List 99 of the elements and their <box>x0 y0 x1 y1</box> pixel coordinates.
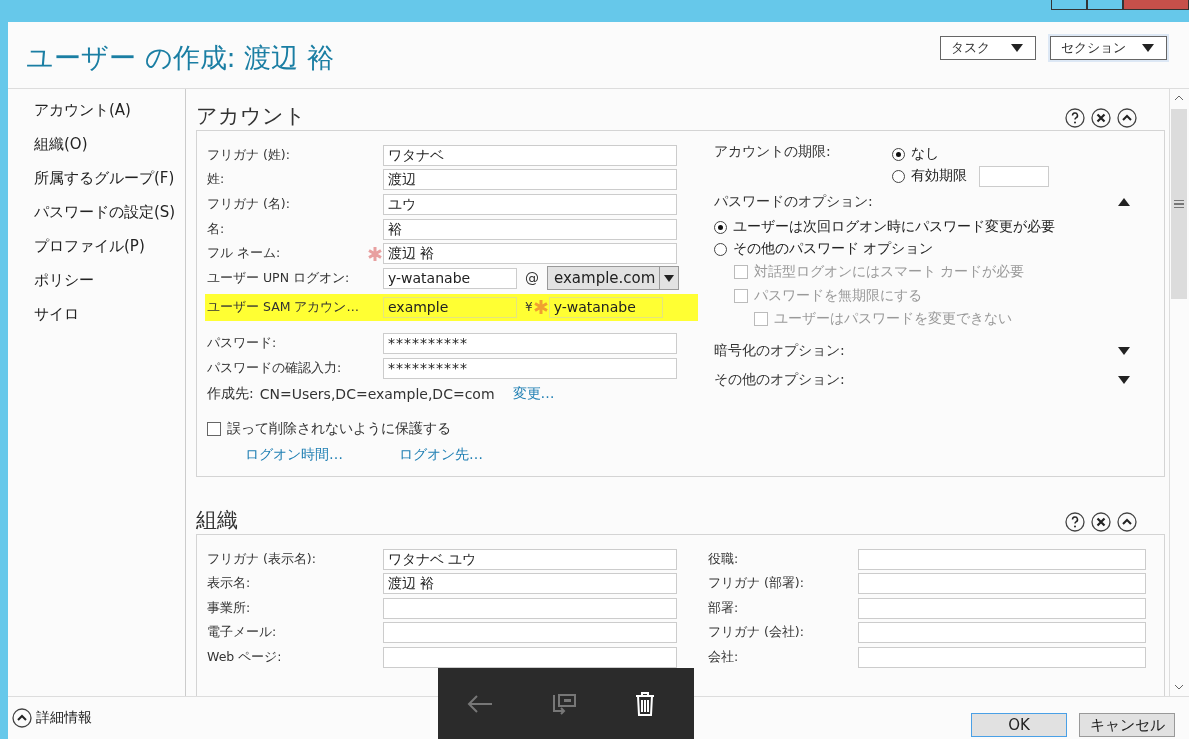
expand-toggle-icon[interactable] <box>1118 346 1130 355</box>
field-label: 会社: <box>708 648 740 666</box>
input-field[interactable] <box>858 573 1146 595</box>
nav-item[interactable]: アカウント(A) <box>34 99 185 122</box>
close-icon[interactable] <box>1091 108 1111 128</box>
input-field[interactable]: 裕 <box>383 218 677 240</box>
radio-label: 有効期限 <box>911 167 967 185</box>
input-field[interactable]: 渡辺 <box>383 169 677 191</box>
nav-item[interactable]: プロファイル(P) <box>34 235 185 258</box>
field-label: 表示名: <box>207 575 252 593</box>
field-label: フル ネーム: <box>207 245 282 263</box>
radio-label: なし <box>911 145 939 163</box>
input-field[interactable] <box>383 646 677 668</box>
field-label: フリガナ (姓): <box>207 146 291 164</box>
scroll-down-icon[interactable] <box>1173 684 1184 690</box>
input-field[interactable] <box>383 597 677 619</box>
details-label: 詳細情報 <box>36 709 92 727</box>
input-field[interactable] <box>858 597 1146 619</box>
nav-item[interactable]: ポリシー <box>34 269 185 292</box>
field-label: フリガナ (名): <box>207 196 291 213</box>
field-label: ユーザー SAM アカウン… <box>207 298 360 316</box>
trash-icon[interactable] <box>634 690 656 717</box>
option-group-label: その他のオプション: <box>714 370 845 389</box>
radio-button[interactable] <box>892 169 905 183</box>
field-label: パスワード: <box>207 335 278 353</box>
field-label: 姓: <box>207 171 226 189</box>
yen-sign: ¥ <box>525 300 533 315</box>
presentation-icon[interactable] <box>550 691 578 716</box>
field-label: ユーザー UPN ログオン: <box>207 269 351 287</box>
dialog-button[interactable]: OK <box>971 713 1067 737</box>
collapse-icon[interactable] <box>1117 511 1137 532</box>
field-label: フリガナ (部署): <box>708 575 805 593</box>
nav-item[interactable]: パスワードの設定(S) <box>34 201 185 224</box>
checkbox-label: 対話型ログオンにはスマート カードが必要 <box>754 263 1025 281</box>
field-label: フリガナ (会社): <box>708 624 805 642</box>
input-field[interactable]: y-watanabe <box>548 296 663 318</box>
domain-dropdown[interactable]: example.com <box>547 266 680 291</box>
input-field[interactable] <box>858 622 1146 644</box>
at-sign: @ <box>525 270 539 287</box>
checkbox-label: パスワードを無期限にする <box>754 287 922 305</box>
scroll-up-icon[interactable] <box>1173 95 1184 101</box>
input-field[interactable]: ワタナベ <box>383 144 677 166</box>
section-title: 組織 <box>196 506 238 534</box>
field-label: パスワードの確認入力: <box>207 359 343 377</box>
radio-label: ユーザーは次回ログオン時にパスワード変更が必要 <box>733 218 1055 236</box>
link[interactable]: ログオン時間… <box>245 445 343 464</box>
expand-toggle-icon[interactable] <box>1118 197 1130 206</box>
expand-icon[interactable] <box>12 708 32 728</box>
input-field[interactable]: y-watanabe <box>383 267 517 289</box>
caret-icon <box>664 274 675 282</box>
help-icon[interactable] <box>1065 511 1085 532</box>
input-field[interactable]: ユウ <box>383 194 677 215</box>
input-field[interactable] <box>858 646 1146 668</box>
radio-button[interactable] <box>892 147 905 161</box>
caret-icon <box>1142 44 1154 52</box>
radio-button[interactable] <box>714 242 727 256</box>
field-label: アカウントの期限: <box>714 143 832 161</box>
input-field[interactable]: 渡辺 裕 <box>383 243 677 265</box>
input-field[interactable] <box>858 548 1146 570</box>
section-title: アカウント <box>196 103 306 130</box>
back-arrow-icon[interactable] <box>466 693 494 714</box>
radio-button[interactable] <box>714 220 727 234</box>
checkbox-label: 誤って削除されないように保護する <box>227 420 451 439</box>
field-label: 名: <box>207 220 226 238</box>
option-group-label: 暗号化のオプション: <box>714 341 845 360</box>
field-label: 事業所: <box>207 599 252 617</box>
nav-item[interactable]: 組織(O) <box>34 133 185 156</box>
field-label: 電子メール: <box>207 624 278 642</box>
dialog-title: ユーザー の作成: 渡辺 裕 <box>26 41 334 75</box>
option-group-label: パスワードのオプション: <box>714 192 873 211</box>
field-label: 作成先: <box>207 384 254 403</box>
field-label: フリガナ (表示名): <box>207 550 317 568</box>
link[interactable]: ログオン先… <box>399 445 483 464</box>
dialog-button[interactable]: キャンセル <box>1079 713 1175 737</box>
caret-icon <box>1011 44 1023 52</box>
scrollbar[interactable] <box>1169 89 1187 696</box>
dropdown-button[interactable]: セクション <box>1050 36 1167 60</box>
close-icon[interactable] <box>1091 511 1111 532</box>
nav-item[interactable]: サイロ <box>34 303 185 326</box>
checkbox-label: ユーザーはパスワードを変更できない <box>774 310 1012 328</box>
input-field[interactable] <box>383 622 677 644</box>
input-field[interactable]: ワタナベ ユウ <box>383 548 677 570</box>
collapse-icon[interactable] <box>1117 108 1137 128</box>
change-link[interactable]: 変更… <box>512 384 555 403</box>
help-icon[interactable] <box>1065 108 1085 128</box>
nav-item[interactable]: 所属するグループ(F) <box>34 167 185 190</box>
password-field[interactable]: ********** <box>383 333 677 355</box>
radio-label: その他のパスワード オプション <box>733 240 934 258</box>
input-field[interactable]: example <box>383 296 517 318</box>
date-field[interactable] <box>979 165 1049 187</box>
expand-toggle-icon[interactable] <box>1118 375 1130 384</box>
field-label: 役職: <box>708 550 740 568</box>
dropdown-button[interactable]: タスク <box>940 36 1036 60</box>
input-field[interactable]: 渡辺 裕 <box>383 573 677 595</box>
password-field[interactable]: ********** <box>383 357 677 379</box>
field-label: 部署: <box>708 599 740 617</box>
checkbox[interactable] <box>207 422 221 437</box>
container-path: CN=Users,DC=example,DC=com <box>259 385 495 402</box>
field-label: Web ページ: <box>207 648 283 666</box>
